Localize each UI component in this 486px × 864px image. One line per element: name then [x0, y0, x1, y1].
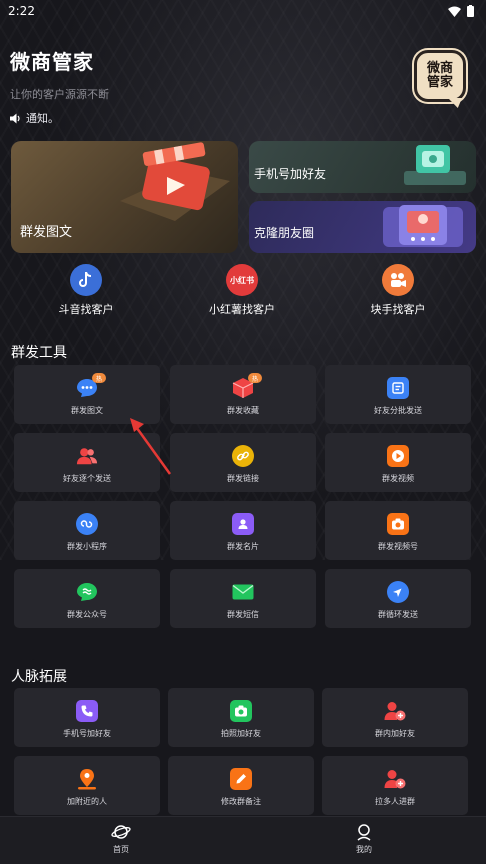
tool-label: 群循环发送 — [378, 610, 418, 619]
users-icon — [76, 445, 98, 467]
tool-group-send-sms[interactable]: 群发短信 — [170, 569, 316, 628]
compass-icon — [387, 581, 409, 603]
miniapp-icon — [76, 513, 98, 535]
camera-icon — [230, 700, 252, 722]
hot-badge: 热 — [92, 373, 106, 383]
banner-left-label: 群发图文 — [20, 225, 73, 240]
nav-mine-label: 我的 — [356, 845, 372, 854]
add-user-icon — [384, 768, 406, 790]
link-icon — [232, 445, 254, 467]
net-group-add-friend[interactable]: 群内加好友 — [322, 688, 468, 747]
tool-group-send-official[interactable]: 群发公众号 — [14, 569, 160, 628]
quick-label-kuaishou: 块手找客户 — [370, 303, 426, 316]
tool-label: 群发公众号 — [67, 610, 107, 619]
net-edit-group-note[interactable]: 修改群备注 — [168, 756, 314, 815]
banner-clone-moments[interactable]: 克隆朋友圈 — [249, 201, 476, 253]
net-add-phone-friend[interactable]: 手机号加好友 — [14, 688, 160, 747]
tool-group-send-miniapp[interactable]: 群发小程序 — [14, 501, 160, 560]
tool-batch-send-friends[interactable]: 好友分批发送 — [325, 365, 471, 424]
status-bar: 2:22 — [0, 0, 486, 22]
notice-bar[interactable]: 通知。 — [10, 110, 59, 126]
list-doc-icon — [387, 377, 409, 399]
banner-top-right-label: 手机号加好友 — [254, 167, 327, 181]
camera-icon — [387, 513, 409, 535]
play-icon — [387, 445, 409, 467]
tool-group-send-card[interactable]: 群发名片 — [170, 501, 316, 560]
header: 微商管家 让你的客户源源不断 通知。 微商 管家 — [10, 46, 476, 136]
tool-group-send-link[interactable]: 群发链接 — [170, 433, 316, 492]
nav-mine[interactable]: 我的 — [334, 823, 394, 855]
app-subtitle: 让你的客户源源不断 — [10, 88, 109, 101]
hot-badge: 热 — [248, 373, 262, 383]
quick-item-douyin[interactable]: 斗音找客户 — [26, 264, 146, 317]
status-time: 2:22 — [8, 4, 35, 18]
tool-group-send-favorites[interactable]: 热 群发收藏 — [170, 365, 316, 424]
profile-card-icon — [383, 205, 463, 247]
section-title-group-tools: 群发工具 — [11, 345, 67, 361]
official-account-icon — [76, 581, 98, 603]
money-phone-icon — [404, 145, 466, 185]
clapperboard-icon — [120, 142, 230, 221]
tool-group-send-channels[interactable]: 群发视频号 — [325, 501, 471, 560]
tool-label: 群发小程序 — [67, 542, 107, 551]
speaker-icon — [10, 113, 20, 123]
planet-icon — [111, 825, 131, 839]
tool-label: 好友逐个发送 — [63, 474, 111, 483]
net-label: 拍照加好友 — [221, 729, 261, 738]
net-label: 手机号加好友 — [63, 729, 111, 738]
section-title-network: 人脉拓展 — [11, 669, 67, 685]
notice-text: 通知。 — [26, 112, 59, 125]
tool-label: 群发收藏 — [227, 406, 259, 415]
bottom-nav: 首页 我的 — [0, 816, 486, 864]
banner-bottom-right-label: 克隆朋友圈 — [254, 226, 315, 240]
logo-line2: 管家 — [426, 75, 453, 90]
quick-item-xiaohongshu[interactable]: 小红书 小红薯找客户 — [182, 264, 302, 317]
tool-label: 好友分批发送 — [374, 406, 422, 415]
tool-label: 群发视频 — [382, 474, 414, 483]
tool-send-friends-one-by-one[interactable]: 好友逐个发送 — [14, 433, 160, 492]
tiktok-icon — [70, 264, 102, 296]
quick-find-customers: 斗音找客户 小红书 小红薯找客户 块手找客户 — [0, 264, 486, 320]
logo-tail — [448, 98, 462, 108]
net-label: 拉多人进群 — [375, 797, 415, 806]
status-icons — [448, 5, 474, 17]
quick-label-douyin: 斗音找客户 — [58, 303, 114, 316]
tool-label: 群发图文 — [71, 406, 103, 415]
net-label: 修改群备注 — [221, 797, 261, 806]
banner-add-phone-friend[interactable]: 手机号加好友 — [249, 141, 476, 193]
app-logo: 微商 管家 — [414, 50, 466, 102]
battery-icon — [467, 5, 474, 17]
tool-group-send-video[interactable]: 群发视频 — [325, 433, 471, 492]
wifi-icon — [448, 6, 461, 17]
net-nearby-people[interactable]: 加附近的人 — [14, 756, 160, 815]
xiaohongshu-icon: 小红书 — [226, 264, 258, 296]
tool-group-send-post[interactable]: 热 群发图文 — [14, 365, 160, 424]
contact-card-icon — [232, 513, 254, 535]
xiaohongshu-icon-text: 小红书 — [230, 275, 254, 285]
kuaishou-icon — [382, 264, 414, 296]
tool-label: 群发链接 — [227, 474, 259, 483]
add-user-icon — [384, 700, 406, 722]
tool-label: 群发名片 — [227, 542, 259, 551]
edit-icon — [230, 768, 252, 790]
mail-icon — [232, 581, 254, 603]
quick-item-kuaishou[interactable]: 块手找客户 — [338, 264, 458, 317]
net-photo-add-friend[interactable]: 拍照加好友 — [168, 688, 314, 747]
tool-group-loop-send[interactable]: 群循环发送 — [325, 569, 471, 628]
net-label: 群内加好友 — [375, 729, 415, 738]
tool-label: 群发视频号 — [378, 542, 418, 551]
tool-label: 群发短信 — [227, 610, 259, 619]
banner-group-send-post[interactable]: 群发图文 — [11, 141, 238, 253]
location-pin-icon — [76, 768, 98, 790]
nav-home[interactable]: 首页 — [91, 823, 151, 855]
app-title: 微商管家 — [10, 50, 94, 74]
phone-icon — [76, 700, 98, 722]
quick-label-xiaohongshu: 小红薯找客户 — [209, 303, 275, 316]
logo-line1: 微商 — [426, 61, 453, 76]
net-label: 加附近的人 — [67, 797, 107, 806]
nav-home-label: 首页 — [113, 845, 129, 854]
user-icon — [357, 824, 371, 841]
net-pull-into-group[interactable]: 拉多人进群 — [322, 756, 468, 815]
